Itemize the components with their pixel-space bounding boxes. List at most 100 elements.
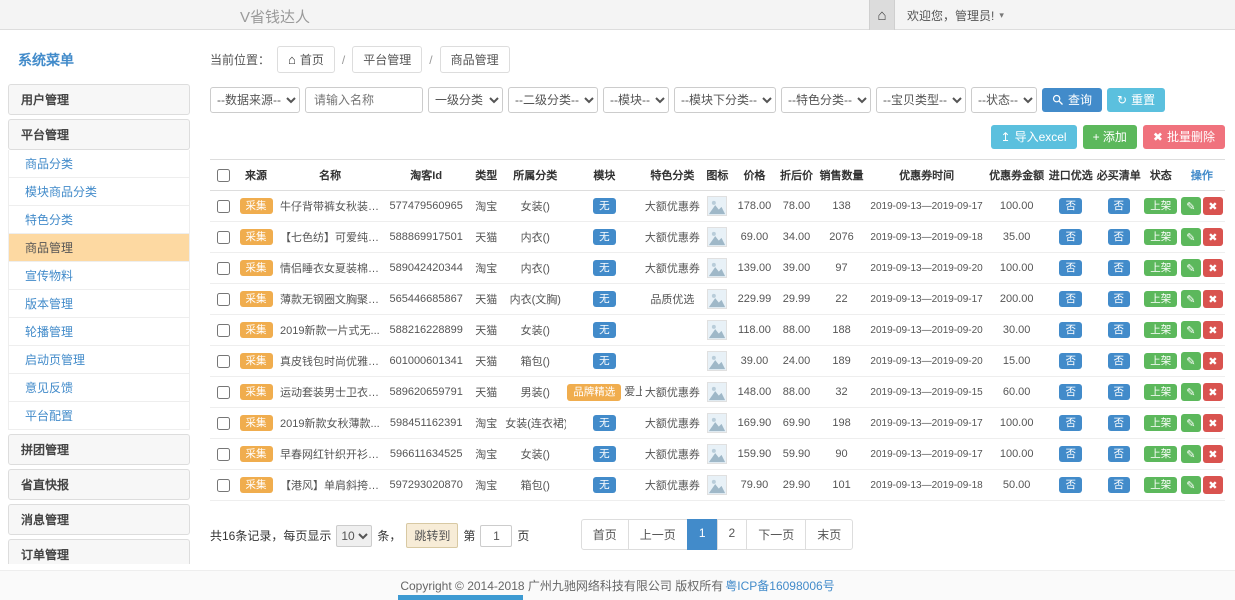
must-buy-toggle-badge[interactable]: 否 [1108,291,1131,308]
add-button[interactable]: + 添加 [1083,125,1137,149]
delete-button[interactable]: ✖ [1203,259,1223,277]
row-checkbox[interactable] [217,324,230,337]
must-buy-toggle-badge[interactable]: 否 [1108,322,1131,339]
must-buy-toggle-badge[interactable]: 否 [1108,446,1131,463]
must-buy-toggle-badge[interactable]: 否 [1108,229,1131,246]
filter-select[interactable]: --数据来源-- [210,87,300,113]
edit-button[interactable]: ✎ [1181,228,1201,246]
row-checkbox[interactable] [217,386,230,399]
imported-toggle-badge[interactable]: 否 [1059,384,1082,401]
status-badge[interactable]: 上架 [1144,477,1177,494]
delete-button[interactable]: ✖ [1203,290,1223,308]
edit-button[interactable]: ✎ [1181,414,1201,432]
sidebar-subitem[interactable]: 版本管理 [8,290,190,318]
edit-button[interactable]: ✎ [1181,352,1201,370]
page-number-input[interactable] [480,525,512,547]
must-buy-toggle-badge[interactable]: 否 [1108,384,1131,401]
row-checkbox[interactable] [217,262,230,275]
filter-select[interactable]: --特色分类-- [781,87,871,113]
filter-select[interactable]: --二级分类-- [508,87,598,113]
imported-toggle-badge[interactable]: 否 [1059,260,1082,277]
imported-toggle-badge[interactable]: 否 [1059,322,1082,339]
row-checkbox[interactable] [217,200,230,213]
must-buy-toggle-badge[interactable]: 否 [1108,415,1131,432]
edit-button[interactable]: ✎ [1181,197,1201,215]
edit-button[interactable]: ✎ [1181,383,1201,401]
imported-toggle-badge[interactable]: 否 [1059,291,1082,308]
imported-toggle-badge[interactable]: 否 [1059,353,1082,370]
breadcrumb-item[interactable]: 商品管理 [440,46,510,73]
sidebar-subitem[interactable]: 商品管理 [8,234,190,262]
imported-toggle-badge[interactable]: 否 [1059,446,1082,463]
batch-delete-button[interactable]: ✖ 批量删除 [1143,125,1225,149]
row-checkbox[interactable] [217,417,230,430]
imported-toggle-badge[interactable]: 否 [1059,477,1082,494]
status-badge[interactable]: 上架 [1144,229,1177,246]
imported-toggle-badge[interactable]: 否 [1059,229,1082,246]
edit-button[interactable]: ✎ [1181,476,1201,494]
must-buy-toggle-badge[interactable]: 否 [1108,477,1131,494]
page-button[interactable]: 下一页 [746,519,806,550]
status-badge[interactable]: 上架 [1144,260,1177,277]
row-checkbox[interactable] [217,355,230,368]
must-buy-toggle-badge[interactable]: 否 [1108,353,1131,370]
per-page-select[interactable]: 10 [336,525,372,547]
delete-button[interactable]: ✖ [1203,228,1223,246]
jump-button[interactable]: 跳转到 [406,523,458,548]
sidebar-subitem[interactable]: 启动页管理 [8,346,190,374]
import-excel-button[interactable]: ↥ 导入excel [991,125,1077,149]
filter-select[interactable]: --模块-- [603,87,669,113]
row-checkbox[interactable] [217,231,230,244]
page-button[interactable]: 上一页 [628,519,688,550]
search-button[interactable]: 查询 [1042,88,1102,112]
status-badge[interactable]: 上架 [1144,415,1177,432]
status-badge[interactable]: 上架 [1144,322,1177,339]
status-badge[interactable]: 上架 [1144,353,1177,370]
page-button[interactable]: 1 [687,519,718,550]
edit-button[interactable]: ✎ [1181,259,1201,277]
breadcrumb-item[interactable]: ⌂首页 [277,46,335,73]
row-checkbox[interactable] [217,479,230,492]
sidebar-item[interactable]: 省直快报 [8,469,190,500]
sidebar-subitem[interactable]: 模块商品分类 [8,178,190,206]
filter-select[interactable]: 一级分类 [428,87,503,113]
sidebar-subitem[interactable]: 轮播管理 [8,318,190,346]
delete-button[interactable]: ✖ [1203,197,1223,215]
delete-button[interactable]: ✖ [1203,321,1223,339]
user-menu[interactable]: 欢迎您，管理员! ▾ [895,7,1016,24]
sidebar-subitem[interactable]: 平台配置 [8,402,190,430]
imported-toggle-badge[interactable]: 否 [1059,198,1082,215]
status-badge[interactable]: 上架 [1144,446,1177,463]
must-buy-toggle-badge[interactable]: 否 [1108,198,1131,215]
edit-button[interactable]: ✎ [1181,445,1201,463]
delete-button[interactable]: ✖ [1203,414,1223,432]
row-checkbox[interactable] [217,293,230,306]
name-search-input[interactable] [305,87,423,113]
row-checkbox[interactable] [217,448,230,461]
status-badge[interactable]: 上架 [1144,198,1177,215]
sidebar-subitem[interactable]: 特色分类 [8,206,190,234]
home-button[interactable]: ⌂ [869,0,895,30]
page-button[interactable]: 末页 [805,519,853,550]
sidebar-item[interactable]: 用户管理 [8,84,190,115]
must-buy-toggle-badge[interactable]: 否 [1108,260,1131,277]
filter-select[interactable]: --状态-- [971,87,1037,113]
edit-button[interactable]: ✎ [1181,290,1201,308]
delete-button[interactable]: ✖ [1203,445,1223,463]
sidebar-item[interactable]: 平台管理 [8,119,190,150]
breadcrumb-item[interactable]: 平台管理 [352,46,422,73]
select-all-checkbox[interactable] [217,169,230,182]
page-button[interactable]: 首页 [581,519,629,550]
reset-button[interactable]: ↻重置 [1107,88,1165,112]
edit-button[interactable]: ✎ [1181,321,1201,339]
delete-button[interactable]: ✖ [1203,476,1223,494]
status-badge[interactable]: 上架 [1144,384,1177,401]
filter-select[interactable]: --宝贝类型-- [876,87,966,113]
delete-button[interactable]: ✖ [1203,383,1223,401]
sidebar-item[interactable]: 订单管理 [8,539,190,564]
sidebar-item[interactable]: 消息管理 [8,504,190,535]
filter-select[interactable]: --模块下分类-- [674,87,776,113]
sidebar-item[interactable]: 拼团管理 [8,434,190,465]
imported-toggle-badge[interactable]: 否 [1059,415,1082,432]
status-badge[interactable]: 上架 [1144,291,1177,308]
